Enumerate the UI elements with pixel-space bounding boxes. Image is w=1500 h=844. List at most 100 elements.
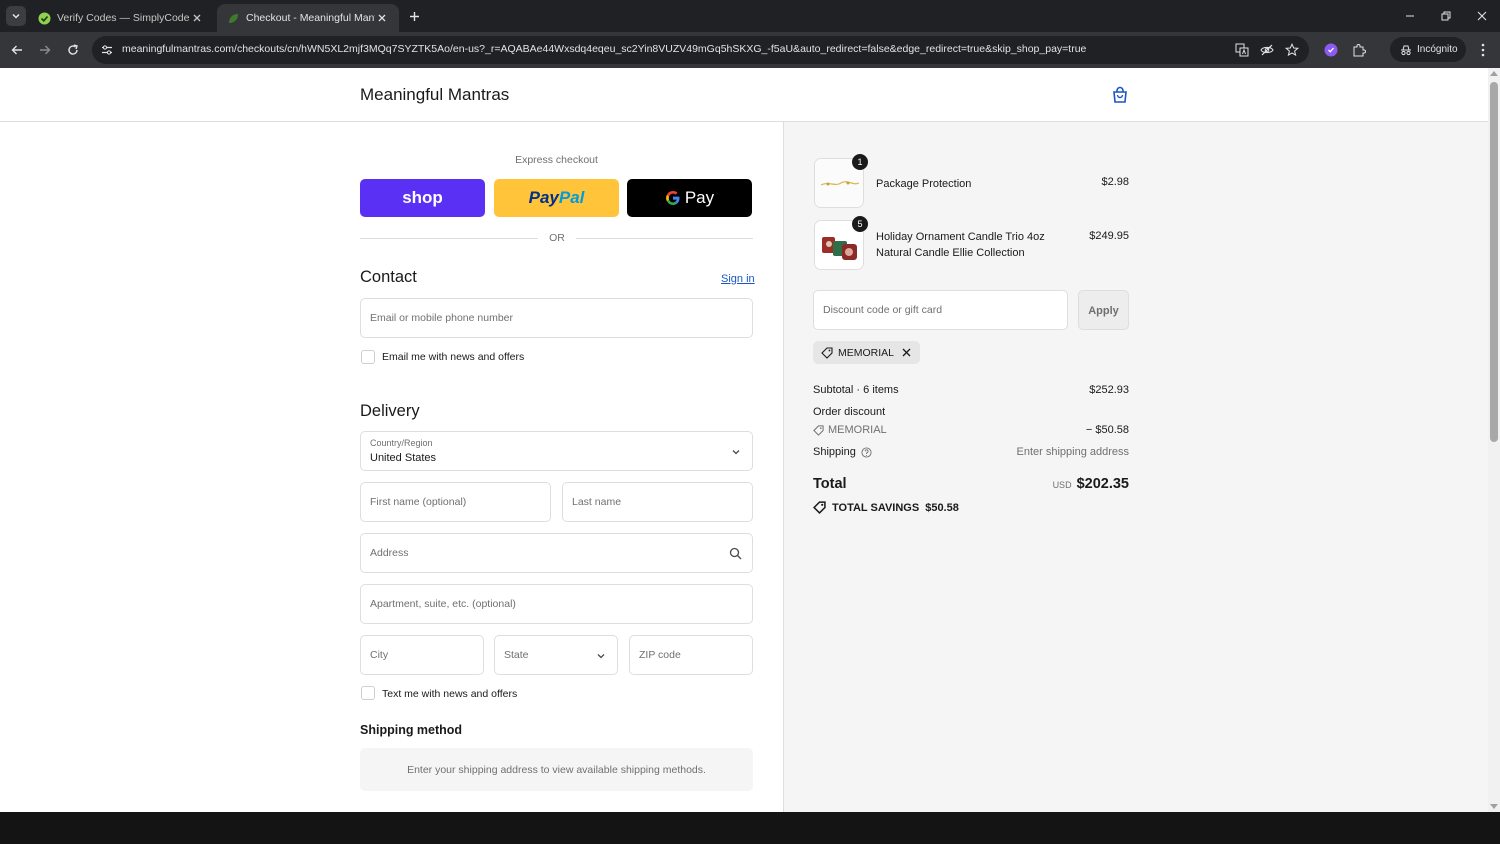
tag-icon	[821, 346, 833, 359]
subtotal-value: $252.93	[1089, 384, 1129, 396]
tab-simplycodes[interactable]: Verify Codes — SimplyCodes	[28, 4, 214, 32]
discount-code-field[interactable]: Discount code or gift card	[813, 290, 1068, 330]
quantity-badge: 1	[852, 154, 868, 170]
tab-close-button[interactable]	[190, 11, 204, 25]
zip-field[interactable]: ZIP code	[629, 635, 753, 675]
chevron-down-icon	[597, 654, 605, 659]
bookmark-button[interactable]	[1283, 41, 1301, 59]
search-icon	[729, 547, 742, 560]
chevron-down-icon	[12, 13, 20, 19]
delivery-heading: Delivery	[360, 402, 420, 420]
tab-title: Checkout - Meaningful Mantras	[246, 12, 375, 24]
last-name-field[interactable]: Last name	[562, 482, 753, 522]
google-pay-label: Pay	[684, 188, 715, 207]
apartment-field[interactable]: Apartment, suite, etc. (optional)	[360, 584, 753, 624]
arrow-right-icon	[40, 45, 51, 55]
help-icon[interactable]	[861, 446, 872, 458]
star-icon	[1285, 43, 1299, 57]
tracking-protection-button[interactable]	[1258, 41, 1276, 59]
shop-pay-label: shop	[402, 188, 443, 207]
tune-icon	[102, 45, 112, 55]
total-value: $202.35	[1076, 476, 1129, 492]
checkout-header: Meaningful Mantras	[0, 68, 1488, 122]
tab-close-button[interactable]	[375, 11, 389, 25]
translate-button[interactable]	[1233, 41, 1251, 59]
google-g-icon	[665, 191, 680, 205]
or-separator: OR	[549, 232, 565, 244]
shop-name[interactable]: Meaningful Mantras	[360, 85, 509, 105]
forward-button[interactable]	[35, 40, 55, 60]
country-select[interactable]: Country/Region United States	[360, 431, 753, 471]
page-scrollbar[interactable]	[1488, 68, 1500, 812]
text-news-checkbox[interactable]	[361, 686, 375, 700]
url-text: meaningfulmantras.com/checkouts/cn/hWN5X…	[122, 43, 1087, 55]
tab-checkout[interactable]: Checkout - Meaningful Mantras	[217, 4, 399, 32]
shipping-method-message: Enter your shipping address to view avai…	[360, 748, 753, 791]
scroll-down-arrow-icon[interactable]	[1490, 804, 1498, 809]
restore-icon	[1441, 11, 1451, 21]
minimize-button[interactable]	[1395, 6, 1425, 26]
cart-button[interactable]	[1111, 86, 1129, 104]
product-price: $2.98	[1101, 176, 1129, 188]
order-discount-row: Order discount	[813, 406, 1129, 418]
close-window-button[interactable]	[1467, 6, 1497, 26]
reload-button[interactable]	[63, 40, 83, 60]
plus-icon	[409, 11, 419, 21]
tab-title: Verify Codes — SimplyCodes	[57, 12, 190, 24]
divider-left	[360, 238, 538, 239]
scroll-up-arrow-icon[interactable]	[1490, 71, 1498, 76]
address-bar[interactable]: meaningfulmantras.com/checkouts/cn/hWN5X…	[92, 36, 1309, 64]
tab-search-button[interactable]	[6, 6, 26, 26]
paypal-button[interactable]: Pay Pal	[494, 179, 619, 217]
divider-right	[576, 238, 753, 239]
checkout-page: Meaningful Mantras Express checkout shop…	[0, 68, 1488, 812]
remove-discount-button[interactable]	[902, 348, 911, 357]
quantity-badge: 5	[852, 216, 868, 232]
email-field[interactable]: Email or mobile phone number	[360, 298, 753, 338]
city-placeholder: City	[370, 649, 389, 661]
paypal-label-pay: Pay	[528, 188, 559, 207]
shipping-label: Shipping	[813, 446, 856, 458]
shipping-row: Shipping Enter shipping address	[813, 446, 1129, 458]
savings-value: $50.58	[925, 501, 959, 514]
product-name: Package Protection	[876, 178, 972, 190]
back-button[interactable]	[7, 40, 27, 60]
country-value: United States	[370, 452, 437, 464]
first-name-field[interactable]: First name (optional)	[360, 482, 551, 522]
city-field[interactable]: City	[360, 635, 484, 675]
close-icon	[1477, 11, 1487, 21]
google-pay-button[interactable]: Pay	[627, 179, 752, 217]
incognito-label: Incógnito	[1417, 44, 1458, 55]
total-value-wrap: USD $202.35	[1053, 476, 1129, 492]
incognito-indicator[interactable]: Incógnito	[1390, 37, 1466, 62]
shipping-method-heading: Shipping method	[360, 723, 463, 737]
discount-code-line: MEMORIAL	[813, 424, 887, 436]
chevron-down-icon	[732, 450, 740, 455]
browser-tab-strip: Verify Codes — SimplyCodes Checkout - Me…	[0, 0, 1500, 32]
address-field[interactable]: Address	[360, 533, 753, 573]
email-news-checkbox[interactable]	[361, 350, 375, 364]
extension-simplycodes-button[interactable]	[1321, 40, 1341, 60]
site-info-button[interactable]	[98, 41, 116, 59]
state-select[interactable]: State	[494, 635, 618, 675]
window-bottom-strip	[0, 812, 1500, 844]
discount-value: − $50.58	[1085, 424, 1129, 436]
close-icon	[378, 14, 386, 22]
text-news-label: Text me with news and offers	[382, 688, 518, 700]
scrollbar-thumb[interactable]	[1490, 82, 1498, 442]
last-name-placeholder: Last name	[572, 496, 622, 508]
currency-code: USD	[1052, 480, 1072, 490]
country-label: Country/Region	[370, 438, 433, 448]
browser-menu-button[interactable]	[1473, 40, 1493, 60]
extensions-button[interactable]	[1349, 40, 1369, 60]
puzzle-icon	[1353, 44, 1366, 57]
new-tab-button[interactable]	[404, 7, 424, 25]
apply-discount-button[interactable]: Apply	[1078, 290, 1129, 330]
restore-button[interactable]	[1431, 6, 1461, 26]
shop-pay-button[interactable]: shop	[360, 179, 485, 217]
contact-heading: Contact	[360, 268, 417, 286]
sign-in-link[interactable]: Sign in	[721, 273, 755, 285]
first-name-placeholder: First name (optional)	[370, 496, 467, 508]
translate-icon	[1235, 43, 1249, 57]
product-price: $249.95	[1089, 230, 1129, 242]
